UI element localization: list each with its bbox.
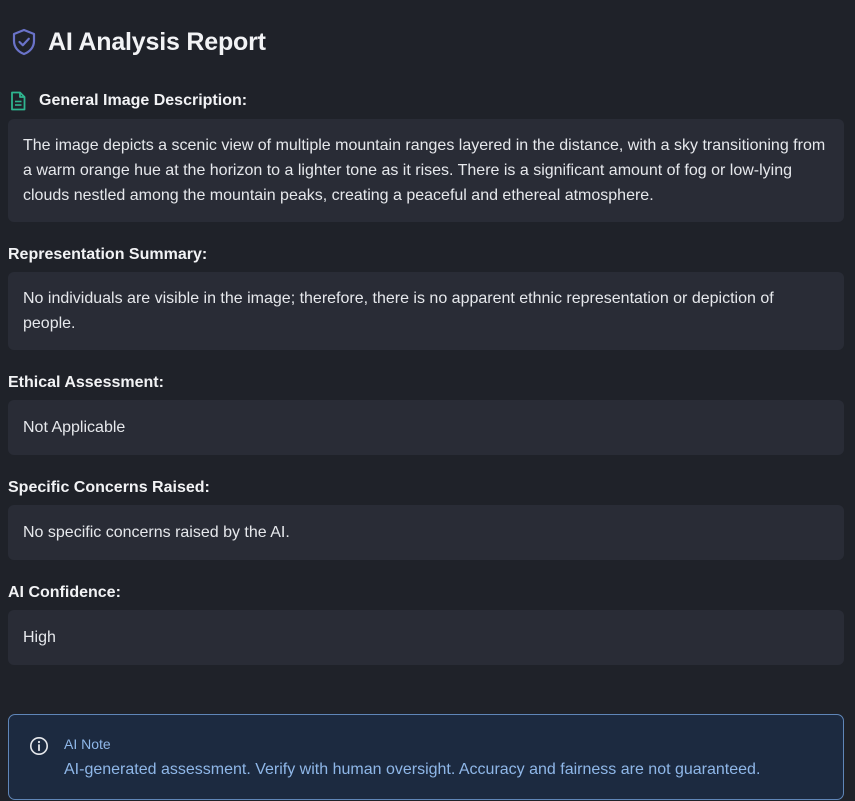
description-text: The image depicts a scenic view of multi… — [23, 137, 826, 204]
ethical-title: Ethical Assessment: — [8, 374, 164, 391]
concerns-text: No specific concerns raised by the AI. — [23, 524, 290, 541]
shield-check-icon — [10, 27, 38, 57]
concerns-title: Specific Concerns Raised: — [8, 479, 210, 496]
representation-title: Representation Summary: — [8, 246, 208, 263]
ai-note-text: AI-generated assessment. Verify with hum… — [64, 761, 761, 778]
ethical-text: Not Applicable — [23, 419, 126, 436]
info-icon — [29, 736, 49, 756]
report-header: AI Analysis Report — [8, 0, 844, 84]
description-heading: General Image Description: — [8, 84, 844, 118]
document-icon — [10, 91, 28, 111]
ai-note: AI Note AI-generated assessment. Verify … — [8, 714, 844, 800]
concerns-card: No specific concerns raised by the AI. — [8, 505, 844, 560]
representation-card: No individuals are visible in the image;… — [8, 272, 844, 350]
representation-text: No individuals are visible in the image;… — [23, 290, 774, 332]
confidence-title: AI Confidence: — [8, 584, 121, 601]
concerns-heading: Specific Concerns Raised: — [8, 471, 844, 505]
confidence-card: High — [8, 610, 844, 665]
description-title: General Image Description: — [39, 92, 248, 109]
confidence-heading: AI Confidence: — [8, 576, 844, 610]
description-card: The image depicts a scenic view of multi… — [8, 119, 844, 222]
report-page: AI Analysis Report General Image Descrip… — [0, 0, 855, 801]
ai-note-label: AI Note — [64, 736, 111, 752]
confidence-text: High — [23, 629, 56, 646]
ai-note-body: AI Note AI-generated assessment. Verify … — [64, 735, 760, 783]
ethical-heading: Ethical Assessment: — [8, 366, 844, 400]
ethical-card: Not Applicable — [8, 400, 844, 455]
page-title: AI Analysis Report — [48, 27, 266, 56]
representation-heading: Representation Summary: — [8, 238, 844, 272]
